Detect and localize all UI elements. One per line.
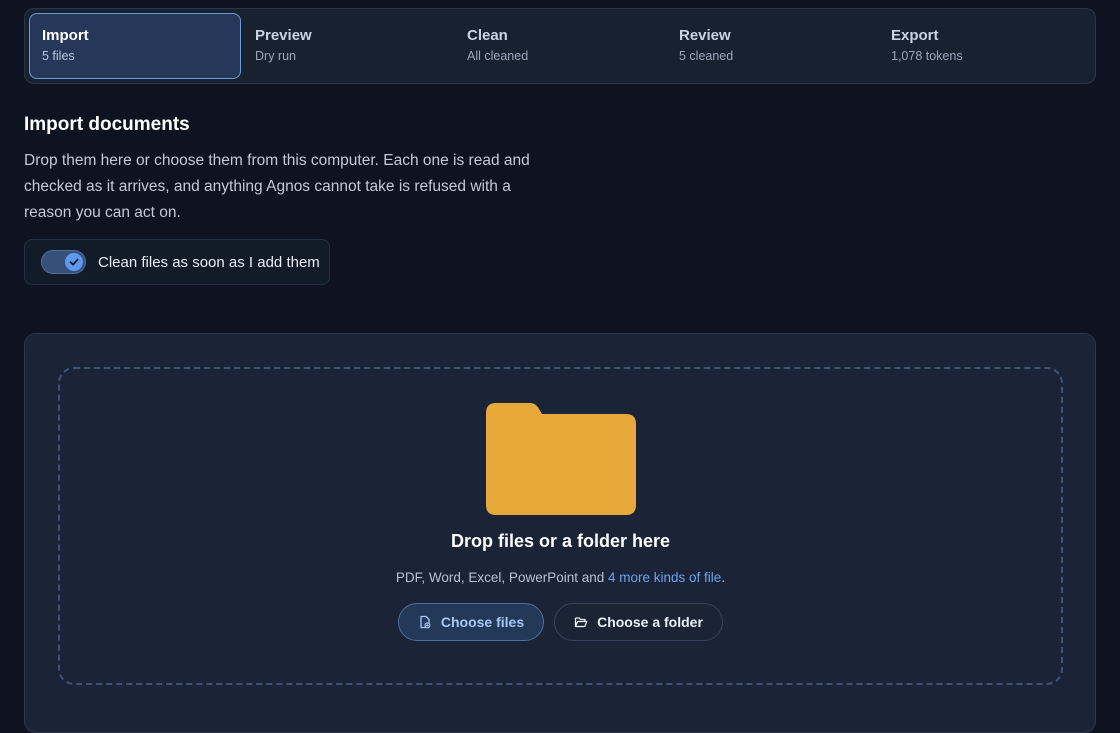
auto-clean-toggle-row[interactable]: Clean files as soon as I add them	[24, 239, 330, 285]
page-description: Drop them here or choose them from this …	[24, 152, 530, 221]
choose-buttons: Choose files Choose a folder	[60, 603, 1061, 641]
import-panel: Drop files or a folder here PDF, Word, E…	[24, 333, 1096, 733]
step-clean[interactable]: Clean All cleaned	[453, 13, 665, 79]
step-preview[interactable]: Preview Dry run	[241, 13, 453, 79]
drop-zone-title: Drop files or a folder here	[450, 531, 671, 551]
auto-clean-label: Clean files as soon as I add them	[98, 253, 320, 271]
step-label: Preview	[255, 27, 312, 44]
step-status: 1,078 tokens	[891, 49, 963, 63]
choose-files-label: Choose files	[440, 614, 525, 630]
step-status: 5 cleaned	[679, 49, 734, 63]
folder-open-icon	[574, 617, 588, 628]
file-plus-icon	[420, 615, 431, 629]
step-label: Review	[679, 27, 731, 44]
step-status: All cleaned	[467, 49, 529, 63]
workflow-stepper: Import 5 files Preview Dry run Clean All…	[24, 8, 1096, 84]
check-icon	[69, 258, 79, 266]
page-title: Import documents	[24, 114, 190, 135]
folder-icon	[486, 403, 636, 515]
choose-folder-button[interactable]: Choose a folder	[554, 603, 723, 641]
supported-formats: PDF, Word, Excel, PowerPoint and 4 more …	[60, 570, 1061, 585]
choose-folder-label: Choose a folder	[597, 614, 703, 630]
step-label: Export	[891, 27, 939, 44]
formats-suffix: .	[721, 570, 726, 585]
step-label: Clean	[467, 27, 508, 44]
step-label: Import	[42, 27, 89, 44]
drop-zone[interactable]: Drop files or a folder here PDF, Word, E…	[58, 367, 1063, 685]
step-status: 5 files	[42, 49, 75, 63]
step-export[interactable]: Export 1,078 tokens	[877, 13, 1089, 79]
step-status: Dry run	[255, 49, 296, 63]
formats-text: PDF, Word, Excel, PowerPoint and	[395, 570, 608, 585]
switch-knob	[65, 253, 83, 271]
auto-clean-switch[interactable]	[41, 250, 86, 274]
step-import[interactable]: Import 5 files	[29, 13, 241, 79]
more-formats-link[interactable]: 4 more kinds of file	[608, 570, 721, 585]
step-review[interactable]: Review 5 cleaned	[665, 13, 877, 79]
choose-files-button[interactable]: Choose files	[398, 603, 544, 641]
